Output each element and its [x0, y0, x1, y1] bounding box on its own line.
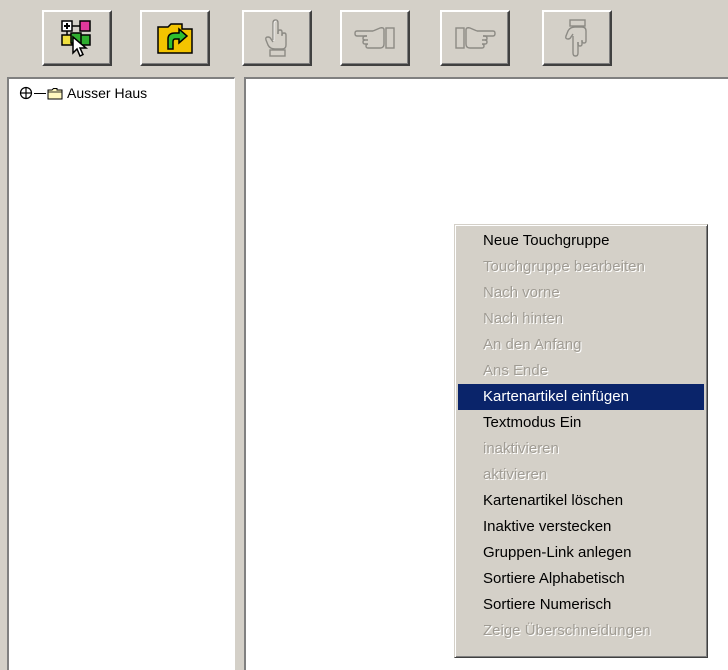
- hand-pointing-left-icon: [354, 27, 395, 49]
- toolbar: [0, 0, 728, 76]
- menu-item-inaktive-verstecken[interactable]: Inaktive verstecken: [458, 514, 704, 540]
- tree-connector: [34, 92, 46, 94]
- menu-item-nach-hinten[interactable]: Nach hinten: [458, 306, 704, 332]
- expand-icon[interactable]: [19, 86, 33, 100]
- splitter[interactable]: [235, 77, 244, 670]
- menu-item-inaktivieren[interactable]: inaktivieren: [458, 436, 704, 462]
- tree-panel[interactable]: Ausser Haus: [7, 77, 235, 670]
- menu-item-aktivieren[interactable]: aktivieren: [458, 462, 704, 488]
- menu-item-an-den-anfang[interactable]: An den Anfang: [458, 332, 704, 358]
- open-folder-button[interactable]: [140, 10, 210, 66]
- hand-down-button[interactable]: [542, 10, 612, 66]
- menu-item-gruppen-link-anlegen[interactable]: Gruppen-Link anlegen: [458, 540, 704, 566]
- menu-item-sortiere-alphabetisch[interactable]: Sortiere Alphabetisch: [458, 566, 704, 592]
- context-menu: Neue Touchgruppe Touchgruppe bearbeiten …: [454, 224, 708, 658]
- menu-item-touchgruppe-bearbeiten[interactable]: Touchgruppe bearbeiten: [458, 254, 704, 280]
- menu-item-sortiere-numerisch[interactable]: Sortiere Numerisch: [458, 592, 704, 618]
- menu-item-kartenartikel-loeschen[interactable]: Kartenartikel löschen: [458, 488, 704, 514]
- colored-squares-pointer-icon: [61, 20, 91, 57]
- touch-hand-button[interactable]: [242, 10, 312, 66]
- hand-pointing-down-icon: [565, 19, 587, 57]
- menu-item-kartenartikel-einfuegen[interactable]: Kartenartikel einfügen: [458, 384, 704, 410]
- menu-item-neue-touchgruppe[interactable]: Neue Touchgruppe: [458, 228, 704, 254]
- tree-item-label: Ausser Haus: [67, 85, 148, 101]
- menu-item-ans-ende[interactable]: Ans Ende: [458, 358, 704, 384]
- hand-right-button[interactable]: [440, 10, 510, 66]
- menu-item-textmodus-ein[interactable]: Textmodus Ein: [458, 410, 704, 436]
- hand-pointing-right-icon: [455, 27, 496, 49]
- menu-item-nach-vorne[interactable]: Nach vorne: [458, 280, 704, 306]
- select-tool-button[interactable]: [42, 10, 112, 66]
- hand-pointing-up-icon: [265, 19, 287, 57]
- menu-item-zeige-ueberschneidungen[interactable]: Zeige Überschneidungen: [458, 618, 704, 644]
- tree-item[interactable]: Ausser Haus: [19, 83, 147, 103]
- hand-left-button[interactable]: [340, 10, 410, 66]
- folder-arrow-icon: [157, 23, 193, 54]
- folder-icon: [47, 87, 63, 99]
